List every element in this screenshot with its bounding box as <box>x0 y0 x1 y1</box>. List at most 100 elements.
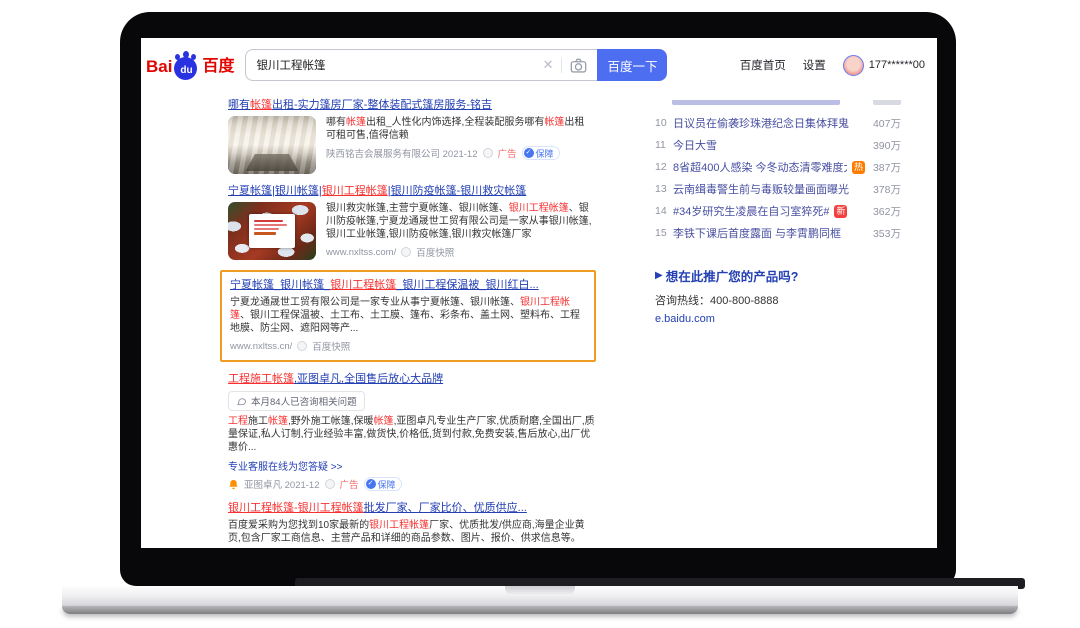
card-text-line <box>254 220 283 222</box>
text-segment: 银川工程帐篷 <box>322 185 388 197</box>
clipped-value-text <box>873 100 901 105</box>
text-segment: 宁夏帐篷_银川帐篷_ <box>230 279 330 291</box>
search-input[interactable] <box>256 59 542 71</box>
search-box[interactable]: ✕ <box>245 49 597 81</box>
guarantee-badge: ✓保障 <box>522 146 560 160</box>
hot-title: 8省超400人感染 今冬动态清零难度大 <box>673 159 847 175</box>
promo-title-text: 想在此推广您的产品吗? <box>666 266 799 285</box>
circle-icon <box>401 247 411 257</box>
result-meta: 亚图卓凡 2021-12广告✓保障 <box>228 477 596 491</box>
search-header: Bai du 百度 ✕ <box>141 38 937 86</box>
text-segment: |银川防疫帐篷-银川救灾帐篷 <box>388 185 527 197</box>
chat-icon <box>236 396 247 407</box>
guarantee-badge: ✓保障 <box>364 477 402 491</box>
result-description: 宁夏龙通晟世工贸有限公司是一家专业从事宁夏帐篷、银川帐篷、银川工程帐篷、银川工程… <box>230 296 586 335</box>
results-list: 哪有帐篷出租-实力篷房厂家-整体装配式篷房服务-铭吉哪有帐篷出租_人性化内饰选择… <box>228 98 596 548</box>
arrow-icon: ▶ <box>655 270 663 281</box>
ad-label: 广告 <box>498 146 517 160</box>
text-segment: 出租-实力篷房厂家-整体装配式篷房服务-铭吉 <box>272 99 492 111</box>
text-segment: 百度爱采购为您找到10家最新的 <box>228 520 369 531</box>
text-segment: 银川工程帐篷 <box>330 279 396 291</box>
card-text-line <box>254 228 279 230</box>
hot-value: 387万 <box>865 160 901 175</box>
text-segment: 、银川工程保温被、土工布、土工膜、篷布、彩条布、盖土网、塑料布、工程地膜、防尘网… <box>230 310 580 334</box>
text-segment: 工程施工帐篷 <box>228 373 294 385</box>
hot-search-item[interactable]: 128省超400人感染 今冬动态清零难度大热387万 <box>655 156 901 178</box>
hot-value: 362万 <box>865 204 901 219</box>
baidu-logo[interactable]: Bai du 百度 <box>146 51 234 80</box>
consult-text: 本月84人已咨询相关问题 <box>251 394 357 408</box>
text-segment: _银川工程保温被_银川红白... <box>396 279 538 291</box>
result-title-link[interactable]: 宁夏帐篷_银川帐篷_银川工程帐篷_银川工程保温被_银川红白... <box>230 278 586 293</box>
account[interactable]: 177******00 <box>843 55 925 76</box>
search-result: 哪有帐篷出租-实力篷房厂家-整体装配式篷房服务-铭吉哪有帐篷出租_人性化内饰选择… <box>228 98 596 174</box>
account-phone: 177******00 <box>869 59 925 71</box>
guarantee-label: 保障 <box>378 478 396 491</box>
promo-title-link[interactable]: ▶ 想在此推广您的产品吗? <box>655 266 901 285</box>
hot-search-item[interactable]: 14#34岁研究生凌晨在自习室猝死#新362万 <box>655 200 901 222</box>
check-icon: ✓ <box>366 479 376 489</box>
logo-text-bai: Bai <box>146 54 172 80</box>
result-body: 哪有帐篷出租_人性化内饰选择,全程装配服务哪有帐篷出租 可租可售,值得信赖陕西铭… <box>228 116 596 174</box>
serp-content: 哪有帐篷出租-实力篷房厂家-整体装配式篷房服务-铭吉哪有帐篷出租_人性化内饰选择… <box>141 86 937 548</box>
baidu-home-link[interactable]: 百度首页 <box>740 57 786 73</box>
thumb-overlay-card <box>249 214 295 248</box>
promo-url-link[interactable]: e.baidu.com <box>655 313 901 325</box>
clipped-title-text <box>672 100 840 105</box>
text-segment: 银川工程帐篷-银川工程帐篷 <box>228 502 364 514</box>
page: Bai du 百度 ✕ <box>0 0 1080 628</box>
result-thumbnail[interactable] <box>228 202 316 260</box>
result-thumbnail[interactable] <box>228 116 316 174</box>
result-description: 哪有帐篷出租_人性化内饰选择,全程装配服务哪有帐篷出租 可租可售,值得信赖 <box>326 116 596 142</box>
hot-search-item[interactable]: 15李铁下课后首度露面 与李霄鹏同框353万 <box>655 222 901 244</box>
circle-icon <box>325 479 335 489</box>
snapshot-link[interactable]: 百度快照 <box>416 245 454 259</box>
text-segment: 帐篷 <box>346 117 366 128</box>
result-title-link[interactable]: 银川工程帐篷-银川工程帐篷批发厂家、厂家比价、优质供应... <box>228 501 596 516</box>
result-source: 陕西铭吉会展服务有限公司 2021-12 <box>326 146 478 160</box>
hot-badge-hot: 热 <box>852 161 865 174</box>
hot-search-item[interactable]: 13云南缉毒警生前与毒贩较量画面曝光378万 <box>655 178 901 200</box>
hot-rank: 10 <box>655 117 673 129</box>
result-title-link[interactable]: 哪有帐篷出租-实力篷房厂家-整体装配式篷房服务-铭吉 <box>228 98 596 113</box>
header-right: 百度首页 设置 177******00 <box>740 55 925 76</box>
result-source: www.nxltss.com/ <box>326 247 396 258</box>
text-segment: 帐篷 <box>268 416 288 427</box>
circle-icon <box>483 148 493 158</box>
consult-chip[interactable]: 本月84人已咨询相关问题 <box>228 391 365 411</box>
result-title-link[interactable]: 宁夏帐篷|银川帐篷|银川工程帐篷|银川防疫帐篷-银川救灾帐篷 <box>228 184 596 199</box>
promo-hotline: 咨询热线：400-800-8888 <box>655 292 901 308</box>
result-body: 银川救灾帐篷,主营宁夏帐篷、银川帐篷、银川工程帐篷、银川防疫帐篷,宁夏龙通晟世工… <box>228 202 596 260</box>
cta-link[interactable]: 专业客服在线为您答疑 >> <box>228 458 596 473</box>
hot-search-item-clipped[interactable] <box>655 100 901 108</box>
hot-title: 日议员在偷袭珍珠港纪念日集体拜鬼 <box>673 115 849 131</box>
circle-icon <box>297 341 307 351</box>
right-panel: 10日议员在偷袭珍珠港纪念日集体拜鬼407万11今日大雪390万128省超400… <box>655 98 901 548</box>
result-meta: www.nxltss.cn/百度快照 <box>230 339 586 353</box>
input-divider <box>561 58 562 73</box>
settings-link[interactable]: 设置 <box>803 57 826 73</box>
hot-title: 李铁下课后首度露面 与李霄鹏同框 <box>673 225 841 241</box>
result-source: www.nxltss.cn/ <box>230 341 292 352</box>
result-title-link[interactable]: 工程施工帐篷,亚图卓凡,全国售后放心大品牌 <box>228 372 596 387</box>
search-button[interactable]: 百度一下 <box>597 49 667 81</box>
result-meta: www.nxltss.com/百度快照 <box>326 245 596 259</box>
text-segment: 银川救灾帐篷,主营宁夏帐篷、银川帐篷、 <box>326 203 509 214</box>
text-segment: 银川工程帐篷 <box>369 520 429 531</box>
snapshot-link[interactable]: 百度快照 <box>312 339 350 353</box>
search-result: 银川工程帐篷-银川工程帐篷批发厂家、厂家比价、优质供应... 百度爱采购为您找到1… <box>228 501 596 548</box>
text-segment: 施工 <box>248 416 268 427</box>
search-result: 宁夏帐篷_银川帐篷_银川工程帐篷_银川工程保温被_银川红白... 宁夏龙通晟世工贸… <box>228 270 596 362</box>
avatar[interactable] <box>843 55 864 76</box>
result-description: 银川救灾帐篷,主营宁夏帐篷、银川帐篷、银川工程帐篷、银川防疫帐篷,宁夏龙通晟世工… <box>326 202 596 241</box>
text-segment: 出租_人性化内饰选择,全程装配服务哪有 <box>366 117 544 128</box>
text-segment: 宁夏帐篷|银川帐篷| <box>228 185 322 197</box>
hot-search-item[interactable]: 11今日大雪390万 <box>655 134 901 156</box>
hot-title: 云南缉毒警生前与毒贩较量画面曝光 <box>673 181 849 197</box>
text-segment: 帐篷 <box>374 416 394 427</box>
hot-search-item[interactable]: 10日议员在偷袭珍珠港纪念日集体拜鬼407万 <box>655 112 901 134</box>
logo-text-du: du <box>173 65 199 76</box>
text-segment: 工程 <box>228 416 248 427</box>
camera-icon[interactable] <box>570 58 587 73</box>
clear-icon[interactable]: ✕ <box>543 57 554 73</box>
